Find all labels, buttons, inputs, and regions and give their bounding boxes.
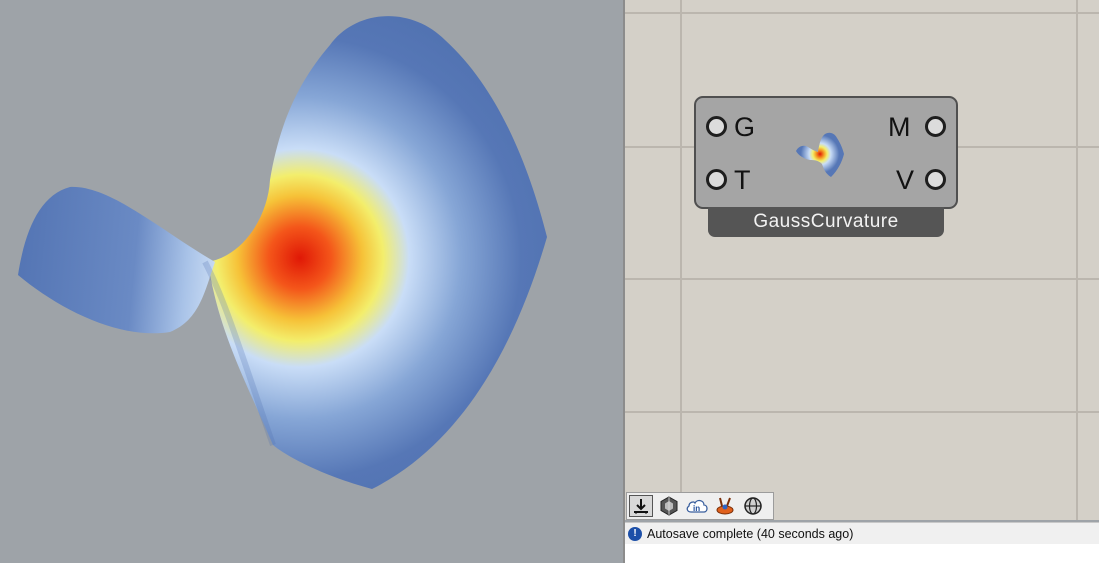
rabbit-button[interactable] — [713, 495, 737, 517]
crystal-icon — [660, 496, 678, 516]
input-port-t[interactable] — [706, 169, 727, 190]
grid-line — [625, 411, 1099, 413]
gauss-curvature-component[interactable]: G T M V — [694, 96, 958, 209]
input-label-g: G — [734, 112, 756, 142]
grid-line — [625, 12, 1099, 14]
rabbit-icon — [716, 497, 734, 515]
curvature-surface — [18, 16, 547, 490]
cloud-in-icon: in — [686, 499, 708, 513]
surface-left-wing — [18, 186, 215, 334]
status-message: Autosave complete (40 seconds ago) — [647, 527, 854, 541]
output-label-v: V — [896, 165, 915, 195]
status-bar-filler — [625, 544, 1099, 563]
gauss-curvature-icon — [796, 132, 844, 177]
grasshopper-canvas[interactable]: G T M V GaussCurvature — [625, 0, 1099, 520]
output-label-m: M — [888, 112, 911, 142]
status-bar: ! Autosave complete (40 seconds ago) — [625, 522, 1099, 544]
output-port-v[interactable] — [925, 169, 946, 190]
input-port-g[interactable] — [706, 116, 727, 137]
sphere-button[interactable] — [741, 495, 765, 517]
canvas-widget-toolbar: in — [626, 492, 774, 520]
crystal-button[interactable] — [657, 495, 681, 517]
cloud-button[interactable]: in — [685, 495, 709, 517]
output-port-m[interactable] — [925, 116, 946, 137]
svg-text:in: in — [693, 504, 700, 513]
grid-line — [1076, 0, 1078, 520]
grid-line — [625, 278, 1099, 280]
grid-line — [680, 0, 682, 520]
download-icon — [634, 499, 648, 514]
surface-main-patch — [208, 16, 547, 490]
info-icon: ! — [628, 527, 642, 541]
input-label-t: T — [734, 165, 751, 195]
sphere-icon — [744, 497, 762, 515]
rhino-viewport[interactable] — [0, 0, 623, 563]
component-name-label: GaussCurvature — [708, 207, 944, 237]
download-button[interactable] — [629, 495, 653, 517]
